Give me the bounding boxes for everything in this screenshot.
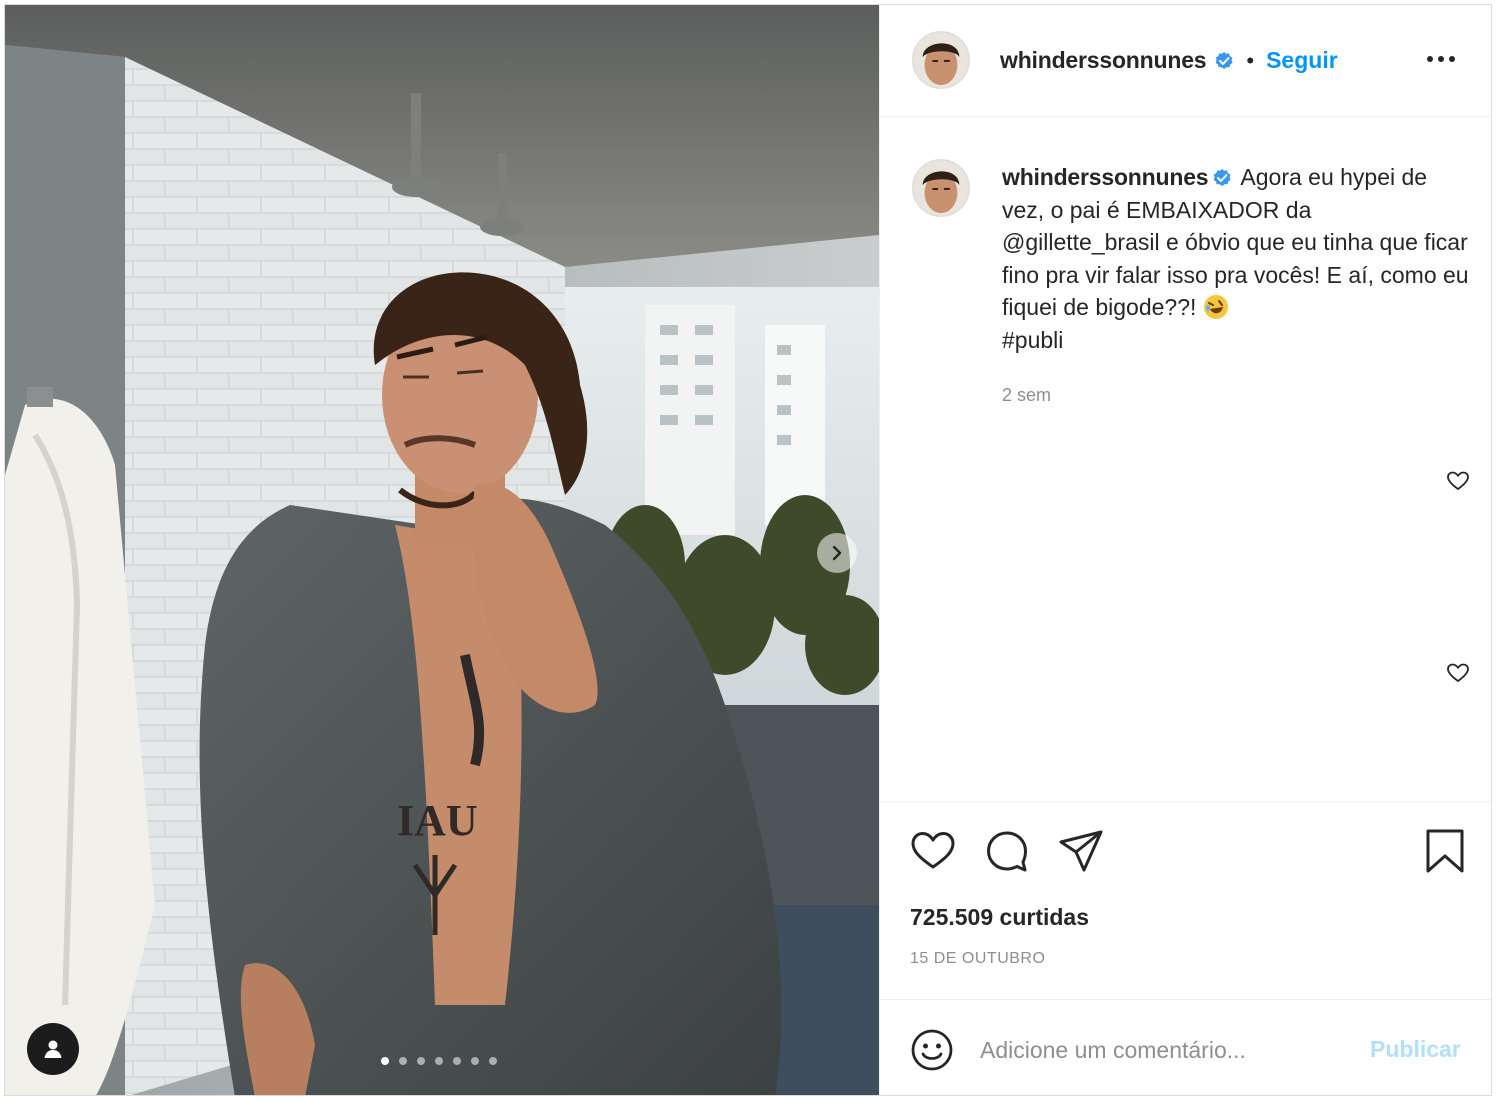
svg-text:IAU: IAU	[397, 796, 478, 845]
avatar[interactable]	[912, 31, 970, 89]
comment-like-icon[interactable]	[1446, 661, 1470, 685]
post-date[interactable]: 15 DE OUTUBRO	[910, 950, 1045, 968]
carousel-dot	[471, 1057, 479, 1065]
carousel-dot	[435, 1057, 443, 1065]
share-icon[interactable]	[1058, 828, 1104, 874]
carousel-dots	[381, 1057, 497, 1065]
avatar-image	[913, 32, 969, 88]
carousel-dot	[489, 1057, 497, 1065]
post-actions: 725.509 curtidas 15 DE OUTUBRO	[880, 801, 1491, 1001]
add-comment-bar: Publicar	[880, 999, 1491, 1095]
caption-username[interactable]: whinderssonnunes	[1002, 164, 1209, 190]
post-sidebar: whinderssonnunes • Seguir whinderssonnun…	[879, 5, 1491, 1095]
bathroom-photo-illustration: IAU	[5, 5, 879, 1095]
verified-badge-icon	[1215, 51, 1233, 69]
carousel-dot	[453, 1057, 461, 1065]
post-header: whinderssonnunes • Seguir	[880, 5, 1491, 117]
bookmark-icon[interactable]	[1422, 828, 1468, 874]
avatar-image	[913, 160, 969, 216]
carousel-dot	[417, 1057, 425, 1065]
comment-icon[interactable]	[984, 828, 1030, 874]
more-options-icon[interactable]	[1424, 49, 1458, 69]
caption-hashtag[interactable]: #publi	[1002, 327, 1063, 353]
instagram-post-modal: IAU whinderssonnunes • Seguir whindersso…	[4, 4, 1492, 1096]
chevron-right-icon	[832, 545, 842, 561]
comment-like-icon[interactable]	[1446, 469, 1470, 493]
smiley-icon[interactable]	[910, 1028, 954, 1072]
comments-section: whinderssonnunes Agora eu hypei de vez, …	[880, 117, 1491, 801]
verified-badge-icon	[1213, 169, 1231, 186]
likes-count[interactable]: 725.509 curtidas	[910, 904, 1089, 931]
carousel-dot	[381, 1057, 389, 1065]
post-caption: whinderssonnunes Agora eu hypei de vez, …	[1002, 161, 1472, 356]
follow-button[interactable]: Seguir	[1266, 47, 1338, 74]
publish-button[interactable]: Publicar	[1370, 1036, 1461, 1063]
carousel-dot	[399, 1057, 407, 1065]
post-photo[interactable]: IAU	[5, 5, 879, 1095]
heart-icon[interactable]	[910, 828, 956, 874]
rolling-on-floor-laughing-emoji	[1203, 295, 1228, 319]
caption-time: 2 sem	[1002, 385, 1052, 405]
comment-input[interactable]	[980, 1030, 1350, 1070]
header-separator: •	[1246, 47, 1255, 73]
header-user-line: whinderssonnunes • Seguir	[1000, 47, 1338, 74]
header-username[interactable]: whinderssonnunes	[1000, 47, 1207, 74]
caption-avatar[interactable]	[912, 159, 970, 217]
carousel-next-button[interactable]	[817, 533, 857, 573]
user-tag-button[interactable]	[27, 1023, 79, 1075]
user-tag-icon	[44, 1040, 62, 1058]
